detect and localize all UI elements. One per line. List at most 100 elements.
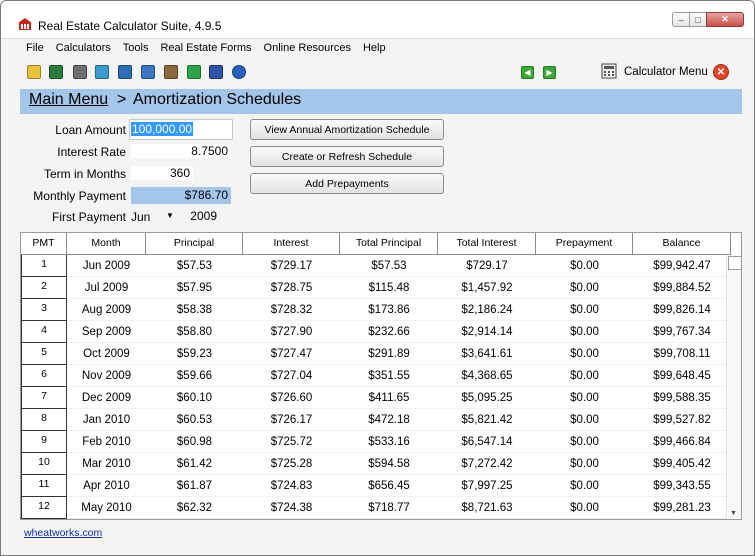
- cell-month: May 2010: [67, 497, 146, 519]
- menu-calculators[interactable]: Calculators: [50, 40, 117, 58]
- cell-pmt[interactable]: 7: [21, 387, 67, 409]
- loan-amount-input[interactable]: 100,000.00: [129, 119, 233, 140]
- cell-total-principal: $411.65: [340, 387, 438, 409]
- cell-prepayment: $0.00: [536, 497, 633, 519]
- forward-arrow-icon[interactable]: ▶: [543, 66, 556, 79]
- cell-pmt[interactable]: 4: [21, 321, 67, 343]
- menu-tools[interactable]: Tools: [117, 40, 155, 58]
- column-header-total-principal[interactable]: Total Principal: [340, 233, 438, 255]
- breadcrumb-separator: >: [117, 91, 127, 108]
- cell-pmt[interactable]: 11: [21, 475, 67, 497]
- table-row[interactable]: 10 Mar 2010 $61.42 $725.28 $594.58 $7,272.42 $…: [21, 453, 731, 475]
- cell-pmt[interactable]: 1: [21, 255, 67, 277]
- cell-prepayment: $0.00: [536, 387, 633, 409]
- interest-rate-field[interactable]: 8.7500: [131, 144, 231, 158]
- cell-principal: $60.98: [146, 431, 243, 453]
- column-header-prepayment[interactable]: Prepayment: [536, 233, 633, 255]
- column-header-month[interactable]: Month: [67, 233, 146, 255]
- term-field[interactable]: 360: [131, 166, 193, 180]
- cell-balance: $99,588.35: [633, 387, 731, 409]
- open-folder-icon[interactable]: [27, 65, 41, 79]
- save-icon[interactable]: [49, 65, 63, 79]
- copy-icon[interactable]: [141, 65, 155, 79]
- menu-help[interactable]: Help: [357, 40, 392, 58]
- download-icon[interactable]: [187, 65, 201, 79]
- cell-interest: $725.72: [243, 431, 340, 453]
- breadcrumb-main-menu-link[interactable]: Main Menu: [29, 91, 108, 109]
- cell-principal: $58.80: [146, 321, 243, 343]
- cell-pmt[interactable]: 12: [21, 497, 67, 519]
- column-header-principal[interactable]: Principal: [146, 233, 243, 255]
- cell-pmt[interactable]: 10: [21, 453, 67, 475]
- cell-total-principal: $472.18: [340, 409, 438, 431]
- cell-balance: $99,708.11: [633, 343, 731, 365]
- cell-pmt[interactable]: 3: [21, 299, 67, 321]
- cell-principal: $60.10: [146, 387, 243, 409]
- menu-online-resources[interactable]: Online Resources: [258, 40, 357, 58]
- cell-total-principal: $533.16: [340, 431, 438, 453]
- table-row[interactable]: 5 Oct 2009 $59.23 $727.47 $291.89 $3,641.61 $0…: [21, 343, 731, 365]
- vertical-scrollbar[interactable]: ▼: [726, 255, 741, 519]
- minimize-button[interactable]: –: [672, 12, 690, 27]
- cell-principal: $59.23: [146, 343, 243, 365]
- create-refresh-schedule-button[interactable]: Create or Refresh Schedule: [250, 146, 444, 167]
- menu-file[interactable]: File: [20, 40, 50, 58]
- cell-month: Sep 2009: [67, 321, 146, 343]
- first-payment-month-select[interactable]: Jun ▼: [131, 208, 177, 226]
- wheatworks-link[interactable]: wheatworks.com: [24, 527, 102, 539]
- book-icon[interactable]: [209, 65, 223, 79]
- column-header-balance[interactable]: Balance: [633, 233, 731, 255]
- cell-total-interest: $7,997.25: [438, 475, 536, 497]
- refresh-icon[interactable]: [95, 65, 109, 79]
- cell-pmt[interactable]: 9: [21, 431, 67, 453]
- column-header-total-interest[interactable]: Total Interest: [438, 233, 536, 255]
- cell-pmt[interactable]: 6: [21, 365, 67, 387]
- table-row[interactable]: 6 Nov 2009 $59.66 $727.04 $351.55 $4,368.65 $0…: [21, 365, 731, 387]
- cell-total-interest: $2,186.24: [438, 299, 536, 321]
- table-row[interactable]: 2 Jul 2009 $57.95 $728.75 $115.48 $1,457.92 $0…: [21, 277, 731, 299]
- cell-interest: $724.83: [243, 475, 340, 497]
- table-row[interactable]: 1 Jun 2009 $57.53 $729.17 $57.53 $729.17 $0.00…: [21, 255, 731, 277]
- cell-interest: $726.17: [243, 409, 340, 431]
- column-header-interest[interactable]: Interest: [243, 233, 340, 255]
- calculator-menu-label[interactable]: Calculator Menu: [624, 66, 708, 78]
- title-bar: Real Estate Calculator Suite, 4.9.5 – □ …: [1, 1, 754, 39]
- cell-interest: $728.32: [243, 299, 340, 321]
- table-row[interactable]: 4 Sep 2009 $58.80 $727.90 $232.66 $2,914.14 $0…: [21, 321, 731, 343]
- table-row[interactable]: 7 Dec 2009 $60.10 $726.60 $411.65 $5,095.25 $0…: [21, 387, 731, 409]
- cell-principal: $58.38: [146, 299, 243, 321]
- view-annual-schedule-button[interactable]: View Annual Amortization Schedule: [250, 119, 444, 140]
- first-payment-year-field[interactable]: 2009: [177, 209, 217, 223]
- back-arrow-icon[interactable]: ◀: [521, 66, 534, 79]
- menu-real-estate-forms[interactable]: Real Estate Forms: [154, 40, 257, 58]
- close-window-button[interactable]: ✕: [706, 12, 744, 27]
- calculator-icon[interactable]: [601, 63, 617, 79]
- table-row[interactable]: 3 Aug 2009 $58.38 $728.32 $173.86 $2,186.24 $0…: [21, 299, 731, 321]
- cell-balance: $99,281.23: [633, 497, 731, 519]
- print-icon[interactable]: [73, 65, 87, 79]
- house-icon: [18, 18, 32, 30]
- close-calculator-icon[interactable]: ✕: [713, 64, 729, 80]
- add-prepayments-button[interactable]: Add Prepayments: [250, 173, 444, 194]
- table-row[interactable]: 11 Apr 2010 $61.87 $724.83 $656.45 $7,997.25 $…: [21, 475, 731, 497]
- cell-pmt[interactable]: 2: [21, 277, 67, 299]
- cell-total-interest: $2,914.14: [438, 321, 536, 343]
- cell-prepayment: $0.00: [536, 321, 633, 343]
- cell-pmt[interactable]: 5: [21, 343, 67, 365]
- clipboard-icon[interactable]: [164, 65, 178, 79]
- cell-principal: $57.53: [146, 255, 243, 277]
- scrollbar-thumb[interactable]: [728, 256, 741, 270]
- amortization-table: PMT Month Principal Interest Total Princ…: [20, 232, 742, 520]
- table-row[interactable]: 9 Feb 2010 $60.98 $725.72 $533.16 $6,547.14 $0…: [21, 431, 731, 453]
- cell-interest: $727.90: [243, 321, 340, 343]
- table-row[interactable]: 12 May 2010 $62.32 $724.38 $718.77 $8,721.63 $…: [21, 497, 731, 519]
- cell-balance: $99,527.82: [633, 409, 731, 431]
- help-icon[interactable]: [232, 65, 246, 79]
- cell-pmt[interactable]: 8: [21, 409, 67, 431]
- monitor-icon[interactable]: [118, 65, 132, 79]
- table-row[interactable]: 8 Jan 2010 $60.53 $726.17 $472.18 $5,821.42 $0…: [21, 409, 731, 431]
- cell-prepayment: $0.00: [536, 475, 633, 497]
- maximize-button[interactable]: □: [689, 12, 707, 27]
- column-header-pmt[interactable]: PMT: [21, 233, 67, 255]
- scroll-down-icon[interactable]: ▼: [730, 510, 737, 517]
